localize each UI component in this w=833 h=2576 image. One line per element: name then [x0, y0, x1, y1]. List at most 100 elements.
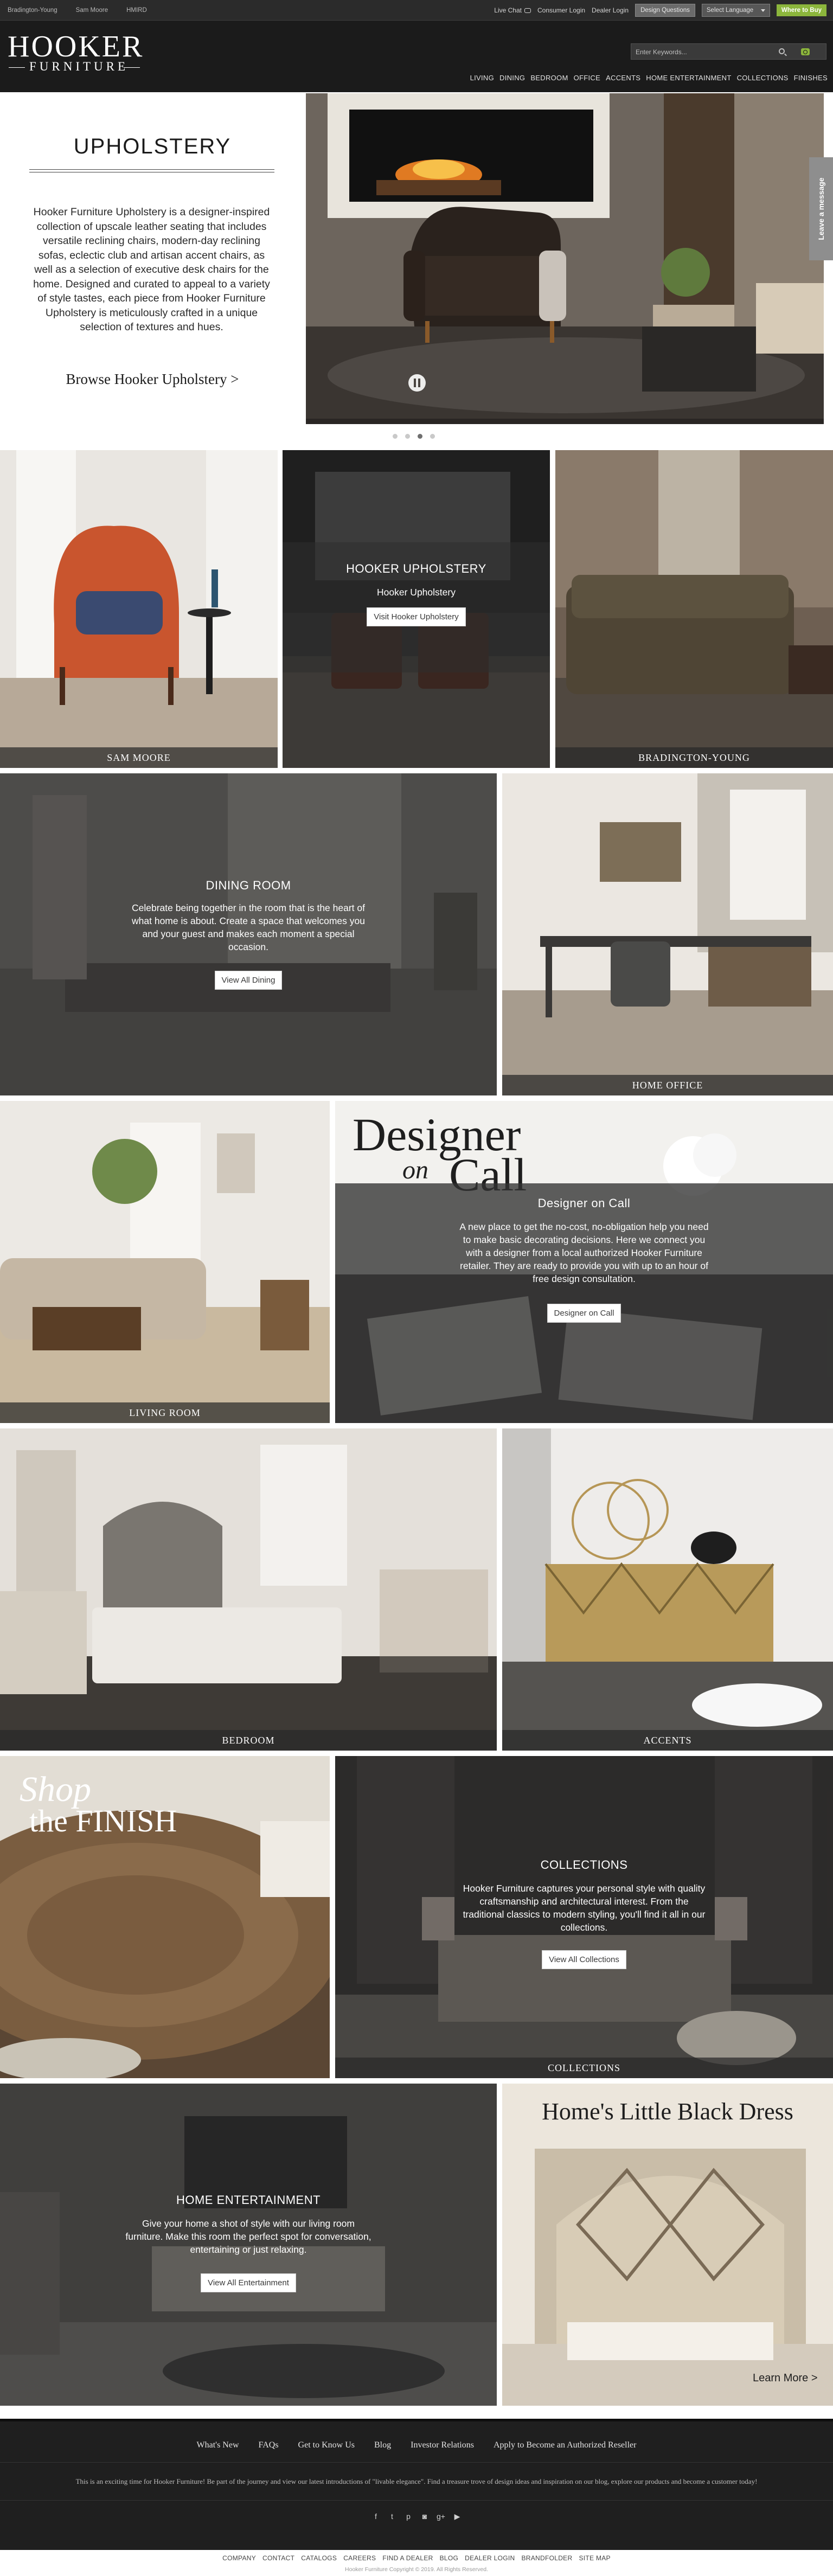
overlay-title: COLLECTIONS: [540, 1858, 628, 1872]
site-footer: What's New FAQs Get to Know Us Blog Inve…: [0, 2419, 833, 2550]
logo-rule-right: [124, 67, 140, 68]
pinterest-icon[interactable]: p: [404, 2512, 413, 2521]
carousel-dot-2[interactable]: [405, 434, 410, 439]
tile-collections[interactable]: COLLECTIONS Hooker Furniture captures yo…: [335, 1756, 833, 2078]
where-to-buy-button[interactable]: Where to Buy: [776, 4, 826, 16]
logo-wordmark-bottom: FURNITURE: [29, 60, 129, 73]
overlay-button-wrap: View All Entertainment: [124, 2273, 373, 2292]
nav-accents[interactable]: Accents: [606, 74, 640, 82]
overlay-description: Celebrate being together in the room tha…: [132, 902, 365, 952]
hooker-logo[interactable]: HOOKER FURNITURE: [8, 31, 143, 91]
overlay-title: HOOKER UPHOLSTERY: [346, 562, 486, 575]
tile-shop-the-finish[interactable]: Shop the FINISH: [0, 1756, 330, 2078]
camera-search-icon[interactable]: [801, 48, 810, 55]
twitter-icon[interactable]: t: [388, 2512, 396, 2521]
dealer-login-link[interactable]: Dealer Login: [592, 7, 629, 14]
browse-upholstery-link[interactable]: Browse Hooker Upholstery >: [0, 371, 305, 388]
brand-link-sam-moore[interactable]: Sam Moore: [76, 7, 108, 14]
subnav-contact[interactable]: CONTACT: [262, 2554, 294, 2562]
consumer-login-link[interactable]: Consumer Login: [537, 7, 585, 14]
tile-caption: LIVING ROOM: [0, 1402, 330, 1423]
bedroom-image: [0, 1428, 497, 1751]
nav-collections[interactable]: Collections: [737, 74, 789, 82]
utility-links: Live Chat Consumer Login Dealer Login De…: [494, 0, 826, 21]
nav-bedroom[interactable]: Bedroom: [530, 74, 568, 82]
overlay-subtitle: Hooker Upholstery: [377, 587, 456, 598]
search-input[interactable]: Enter Keywords...: [636, 48, 687, 56]
subnav-company[interactable]: COMPANY: [222, 2554, 256, 2562]
accents-image: [502, 1428, 833, 1751]
overlay-description: Give your home a shot of style with our …: [125, 2218, 371, 2255]
instagram-icon[interactable]: ◙: [420, 2512, 429, 2521]
tile-black-dress[interactable]: Home's Little Black Dress Learn More >: [502, 2084, 833, 2406]
brand-link-bradington[interactable]: Bradington-Young: [8, 7, 57, 14]
learn-more-link[interactable]: Learn More >: [753, 2372, 818, 2385]
view-all-entertainment-button[interactable]: View All Entertainment: [201, 2273, 296, 2292]
footer-link-blog[interactable]: Blog: [374, 2440, 391, 2450]
footer-blurb: This is an exciting time for Hooker Furn…: [75, 2477, 758, 2485]
subnav-blog[interactable]: BLOG: [440, 2554, 459, 2562]
overlay-button-wrap: Visit Hooker Upholstery: [283, 607, 550, 626]
footer-link-faqs[interactable]: FAQs: [259, 2440, 279, 2450]
hooker-upholstery-overlay: HOOKER UPHOLSTERY Hooker Upholstery Visi…: [283, 542, 550, 672]
footer-divider: [0, 2462, 833, 2463]
chat-bubble-icon: [524, 8, 531, 14]
hero-image: [306, 93, 824, 424]
logo-wordmark-top: HOOKER: [8, 30, 144, 63]
tile-accents[interactable]: ACCENTS: [502, 1428, 833, 1751]
tile-hooker-upholstery[interactable]: HOOKER UPHOLSTERY Hooker Upholstery Visi…: [283, 450, 550, 768]
subnav-dealer-login[interactable]: DEALER LOGIN: [465, 2554, 515, 2562]
tile-dining-room[interactable]: DINING ROOM Celebrate being together in …: [0, 773, 497, 1095]
brand-link-hmird[interactable]: HMIRD: [126, 7, 147, 14]
entertainment-overlay: HOME ENTERTAINMENT Give your home a shot…: [0, 2084, 497, 2406]
nav-living[interactable]: Living: [470, 74, 494, 82]
language-select[interactable]: Select Language: [701, 4, 770, 17]
facebook-icon[interactable]: f: [371, 2512, 380, 2521]
googleplus-icon[interactable]: g+: [437, 2512, 445, 2521]
tile-home-entertainment[interactable]: HOME ENTERTAINMENT Give your home a shot…: [0, 2084, 497, 2406]
copyright: Hooker Furniture Copyright © 2019. All R…: [345, 2566, 488, 2573]
search-box[interactable]: Enter Keywords...: [631, 43, 826, 60]
tile-designer-on-call[interactable]: Designer on Call Designer on Call A new …: [335, 1101, 833, 1423]
subnav-find-a-dealer[interactable]: FIND A DEALER: [382, 2554, 433, 2562]
black-dress-title: Home's Little Black Dress: [542, 2098, 793, 2125]
live-chat-link[interactable]: Live Chat: [494, 7, 531, 14]
view-all-dining-button[interactable]: View All Dining: [214, 971, 283, 990]
visit-hooker-upholstery-button[interactable]: Visit Hooker Upholstery: [367, 607, 466, 626]
nav-dining[interactable]: Dining: [499, 74, 525, 82]
on-script-word: on: [402, 1156, 428, 1184]
subnav-site-map[interactable]: SITE MAP: [579, 2554, 610, 2562]
search-icon[interactable]: [779, 48, 785, 54]
nav-home-entertainment[interactable]: Home Entertainment: [646, 74, 731, 82]
designer-on-call-button[interactable]: Designer on Call: [547, 1304, 621, 1323]
nav-office[interactable]: Office: [574, 74, 600, 82]
nav-finishes[interactable]: Finishes: [794, 74, 828, 82]
carousel-dot-3-active[interactable]: [418, 434, 422, 439]
tile-bradington-young[interactable]: BRADINGTON-YOUNG: [555, 450, 833, 768]
tile-sam-moore[interactable]: SAM MOORE: [0, 450, 278, 768]
leave-message-tab[interactable]: Leave a message: [809, 157, 833, 260]
footer-link-reseller[interactable]: Apply to Become an Authorized Reseller: [494, 2440, 636, 2450]
tile-home-office[interactable]: HOME OFFICE: [502, 773, 833, 1095]
subnav-brandfolder[interactable]: BRANDFOLDER: [521, 2554, 572, 2562]
youtube-icon[interactable]: ▶: [453, 2512, 462, 2521]
hero-slide-leather-chair[interactable]: [306, 93, 824, 424]
tile-bedroom[interactable]: BEDROOM: [0, 1428, 497, 1751]
view-all-collections-button[interactable]: View All Collections: [542, 1950, 626, 1969]
overlay-button-wrap: Designer on Call: [459, 1304, 709, 1323]
overlay-description: A new place to get the no-cost, no-oblig…: [459, 1221, 709, 1284]
the-finish-script: the FINISH: [29, 1803, 177, 1838]
logo-rule-left: [9, 67, 25, 68]
carousel-dot-1[interactable]: [393, 434, 398, 439]
tile-caption: BEDROOM: [0, 1730, 497, 1751]
subnav-careers[interactable]: CAREERS: [343, 2554, 376, 2562]
footer-link-investor-relations[interactable]: Investor Relations: [411, 2440, 474, 2450]
overlay-title: Designer on Call: [537, 1196, 631, 1210]
footer-link-get-to-know-us[interactable]: Get to Know Us: [298, 2440, 355, 2450]
footer-link-whats-new[interactable]: What's New: [197, 2440, 239, 2450]
carousel-dot-4[interactable]: [430, 434, 435, 439]
black-dress-image: [502, 2084, 833, 2406]
tile-living-room[interactable]: LIVING ROOM: [0, 1101, 330, 1423]
design-questions-button[interactable]: Design Questions: [635, 4, 695, 17]
subnav-catalogs[interactable]: CATALOGS: [301, 2554, 337, 2562]
